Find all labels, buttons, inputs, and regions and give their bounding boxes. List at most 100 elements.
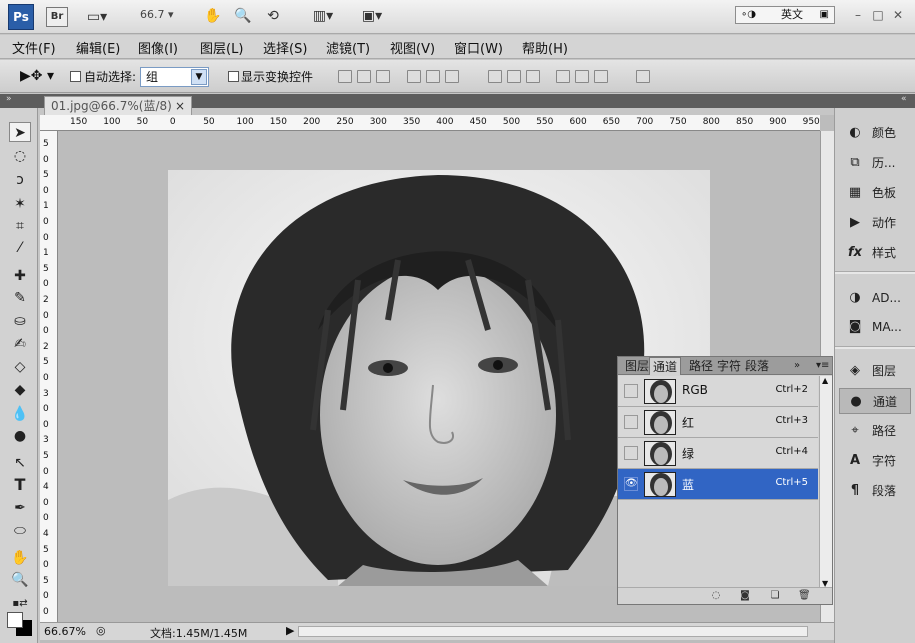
maximize-button[interactable]: □	[870, 6, 886, 24]
distribute-hcenter-icon[interactable]	[575, 70, 589, 83]
distribute-right-icon[interactable]	[594, 70, 608, 83]
visibility-eye-icon[interactable]	[624, 446, 638, 460]
align-left-icon[interactable]	[407, 70, 421, 83]
pen-tool-icon[interactable]: ✒	[9, 498, 31, 518]
expand-tools-icon[interactable]: »	[6, 94, 12, 104]
dodge-tool-icon[interactable]: ●	[9, 426, 31, 446]
zoom-tool-icon[interactable]: 🔍	[9, 570, 31, 590]
default-colors-icon[interactable]: ▪⇄	[9, 594, 31, 614]
align-hcenter-icon[interactable]	[426, 70, 440, 83]
panel-collapse-icon[interactable]: »	[791, 357, 803, 375]
dock-swatches[interactable]: ▦ 色板	[839, 180, 911, 206]
status-zoom[interactable]: 66.67%	[44, 625, 86, 638]
ime-language-bar[interactable]: ∘◑ 英文 ▣	[735, 6, 835, 24]
distribute-vcenter-icon[interactable]	[507, 70, 521, 83]
panel-menu-icon[interactable]: ▾≡	[813, 357, 832, 375]
distribute-bottom-icon[interactable]	[526, 70, 540, 83]
tab-paths[interactable]: 路径	[686, 357, 716, 375]
dock-paths[interactable]: ⌖ 路径	[839, 418, 911, 444]
crop-tool-icon[interactable]: ⌗	[9, 216, 31, 236]
dock-adjustments[interactable]: ◑ AD...	[839, 285, 911, 311]
magic-wand-tool-icon[interactable]: ✶	[9, 194, 31, 214]
dock-channels[interactable]: ● 通道	[839, 388, 911, 414]
channels-scrollbar[interactable]: ▲ ▼	[819, 376, 832, 588]
eraser-tool-icon[interactable]: ◇	[9, 357, 31, 377]
zoom-tool-icon[interactable]: 🔍	[232, 6, 254, 26]
foreground-color-swatch[interactable]	[7, 612, 23, 628]
menu-file[interactable]: 文件(F)	[12, 38, 56, 57]
visibility-eye-icon[interactable]: 👁	[624, 477, 638, 491]
menu-view[interactable]: 视图(V)	[390, 38, 435, 57]
auto-select-checkbox[interactable]	[70, 71, 81, 82]
rotate-view-icon[interactable]: ⟲	[262, 6, 284, 26]
save-selection-as-channel-icon[interactable]: ◙	[739, 590, 751, 602]
minimize-button[interactable]: –	[850, 6, 866, 24]
shape-tool-icon[interactable]: ⬭	[9, 521, 31, 541]
dock-masks[interactable]: ◙ MA...	[839, 314, 911, 340]
auto-select-target-select[interactable]: 组 ▼	[140, 67, 209, 87]
clone-stamp-tool-icon[interactable]: ⛀	[9, 311, 31, 331]
new-channel-icon[interactable]: ❏	[769, 590, 781, 602]
align-top-icon[interactable]	[338, 70, 352, 83]
visibility-eye-icon[interactable]	[624, 384, 638, 398]
document-tab[interactable]: 01.jpg@66.7%(蓝/8) ×	[44, 96, 192, 115]
status-info-icon[interactable]: ◎	[96, 624, 106, 637]
collapse-dock-icon[interactable]: «	[901, 94, 907, 104]
menu-layer[interactable]: 图层(L)	[200, 38, 243, 57]
tab-layers[interactable]: 图层	[622, 357, 652, 375]
paint-bucket-tool-icon[interactable]: ◆	[9, 380, 31, 400]
align-bottom-icon[interactable]	[376, 70, 390, 83]
channel-row[interactable]: 👁 蓝 Ctrl+5	[618, 469, 818, 500]
bridge-button[interactable]: Br	[46, 7, 68, 27]
delete-channel-icon[interactable]: 🗑	[798, 590, 811, 602]
distribute-top-icon[interactable]	[488, 70, 502, 83]
history-brush-tool-icon[interactable]: ✍	[9, 334, 31, 354]
channel-row[interactable]: RGB Ctrl+2	[618, 376, 818, 407]
status-menu-arrow-icon[interactable]: ▶	[286, 624, 294, 637]
document-horizontal-scrollbar[interactable]	[298, 626, 808, 637]
menu-help[interactable]: 帮助(H)	[522, 38, 568, 57]
tab-character[interactable]: 字符	[714, 357, 744, 375]
dock-layers[interactable]: ◈ 图层	[839, 358, 911, 384]
dock-history[interactable]: ⧉ 历...	[839, 150, 911, 176]
menu-filter[interactable]: 滤镜(T)	[326, 38, 370, 57]
screen-mode-icon[interactable]: ▣▾	[354, 6, 390, 26]
photoshop-logo[interactable]: Ps	[8, 4, 34, 30]
brush-tool-icon[interactable]: ✎	[9, 288, 31, 308]
align-vcenter-icon[interactable]	[357, 70, 371, 83]
dock-color[interactable]: ◐ 颜色	[839, 120, 911, 146]
view-extras-icon[interactable]: ▭▾	[82, 7, 112, 27]
channel-row[interactable]: 绿 Ctrl+4	[618, 438, 818, 469]
eyedropper-tool-icon[interactable]: ⁄	[9, 238, 31, 258]
path-selection-tool-icon[interactable]: ↖	[9, 453, 31, 473]
type-tool-icon[interactable]: T	[9, 475, 31, 495]
menu-edit[interactable]: 编辑(E)	[76, 38, 120, 57]
align-right-icon[interactable]	[445, 70, 459, 83]
dock-actions[interactable]: ▶ 动作	[839, 210, 911, 236]
load-channel-as-selection-icon[interactable]: ◌	[710, 590, 722, 602]
move-tool-preset-icon[interactable]: ▶✥ ▾	[20, 68, 54, 84]
arrange-documents-icon[interactable]: ▥▾	[305, 6, 341, 26]
menu-select[interactable]: 选择(S)	[263, 38, 307, 57]
scroll-up-icon[interactable]: ▲	[822, 376, 828, 385]
move-tool-icon[interactable]: ➤	[9, 122, 31, 142]
healing-brush-tool-icon[interactable]: ✚	[9, 266, 31, 286]
marquee-tool-icon[interactable]: ◌	[9, 146, 31, 166]
ime-menu-icon[interactable]: ▣	[820, 7, 829, 23]
menu-image[interactable]: 图像(I)	[138, 38, 178, 57]
channel-row[interactable]: 红 Ctrl+3	[618, 407, 818, 438]
lasso-tool-icon[interactable]: ↄ	[9, 170, 31, 190]
close-button[interactable]: ✕	[890, 6, 906, 24]
close-document-icon[interactable]: ×	[175, 97, 185, 115]
auto-align-layers-icon[interactable]	[636, 70, 650, 83]
blur-tool-icon[interactable]: 💧	[9, 404, 31, 424]
hand-tool-icon[interactable]: ✋	[202, 6, 224, 26]
distribute-left-icon[interactable]	[556, 70, 570, 83]
visibility-eye-icon[interactable]	[624, 415, 638, 429]
tab-channels[interactable]: 通道	[649, 357, 682, 375]
hand-tool-icon[interactable]: ✋	[9, 548, 31, 568]
zoom-level[interactable]: 66.7 ▾	[140, 8, 174, 21]
show-transform-checkbox[interactable]	[228, 71, 239, 82]
tab-paragraph[interactable]: 段落	[742, 357, 772, 375]
dock-character[interactable]: A 字符	[839, 448, 911, 474]
